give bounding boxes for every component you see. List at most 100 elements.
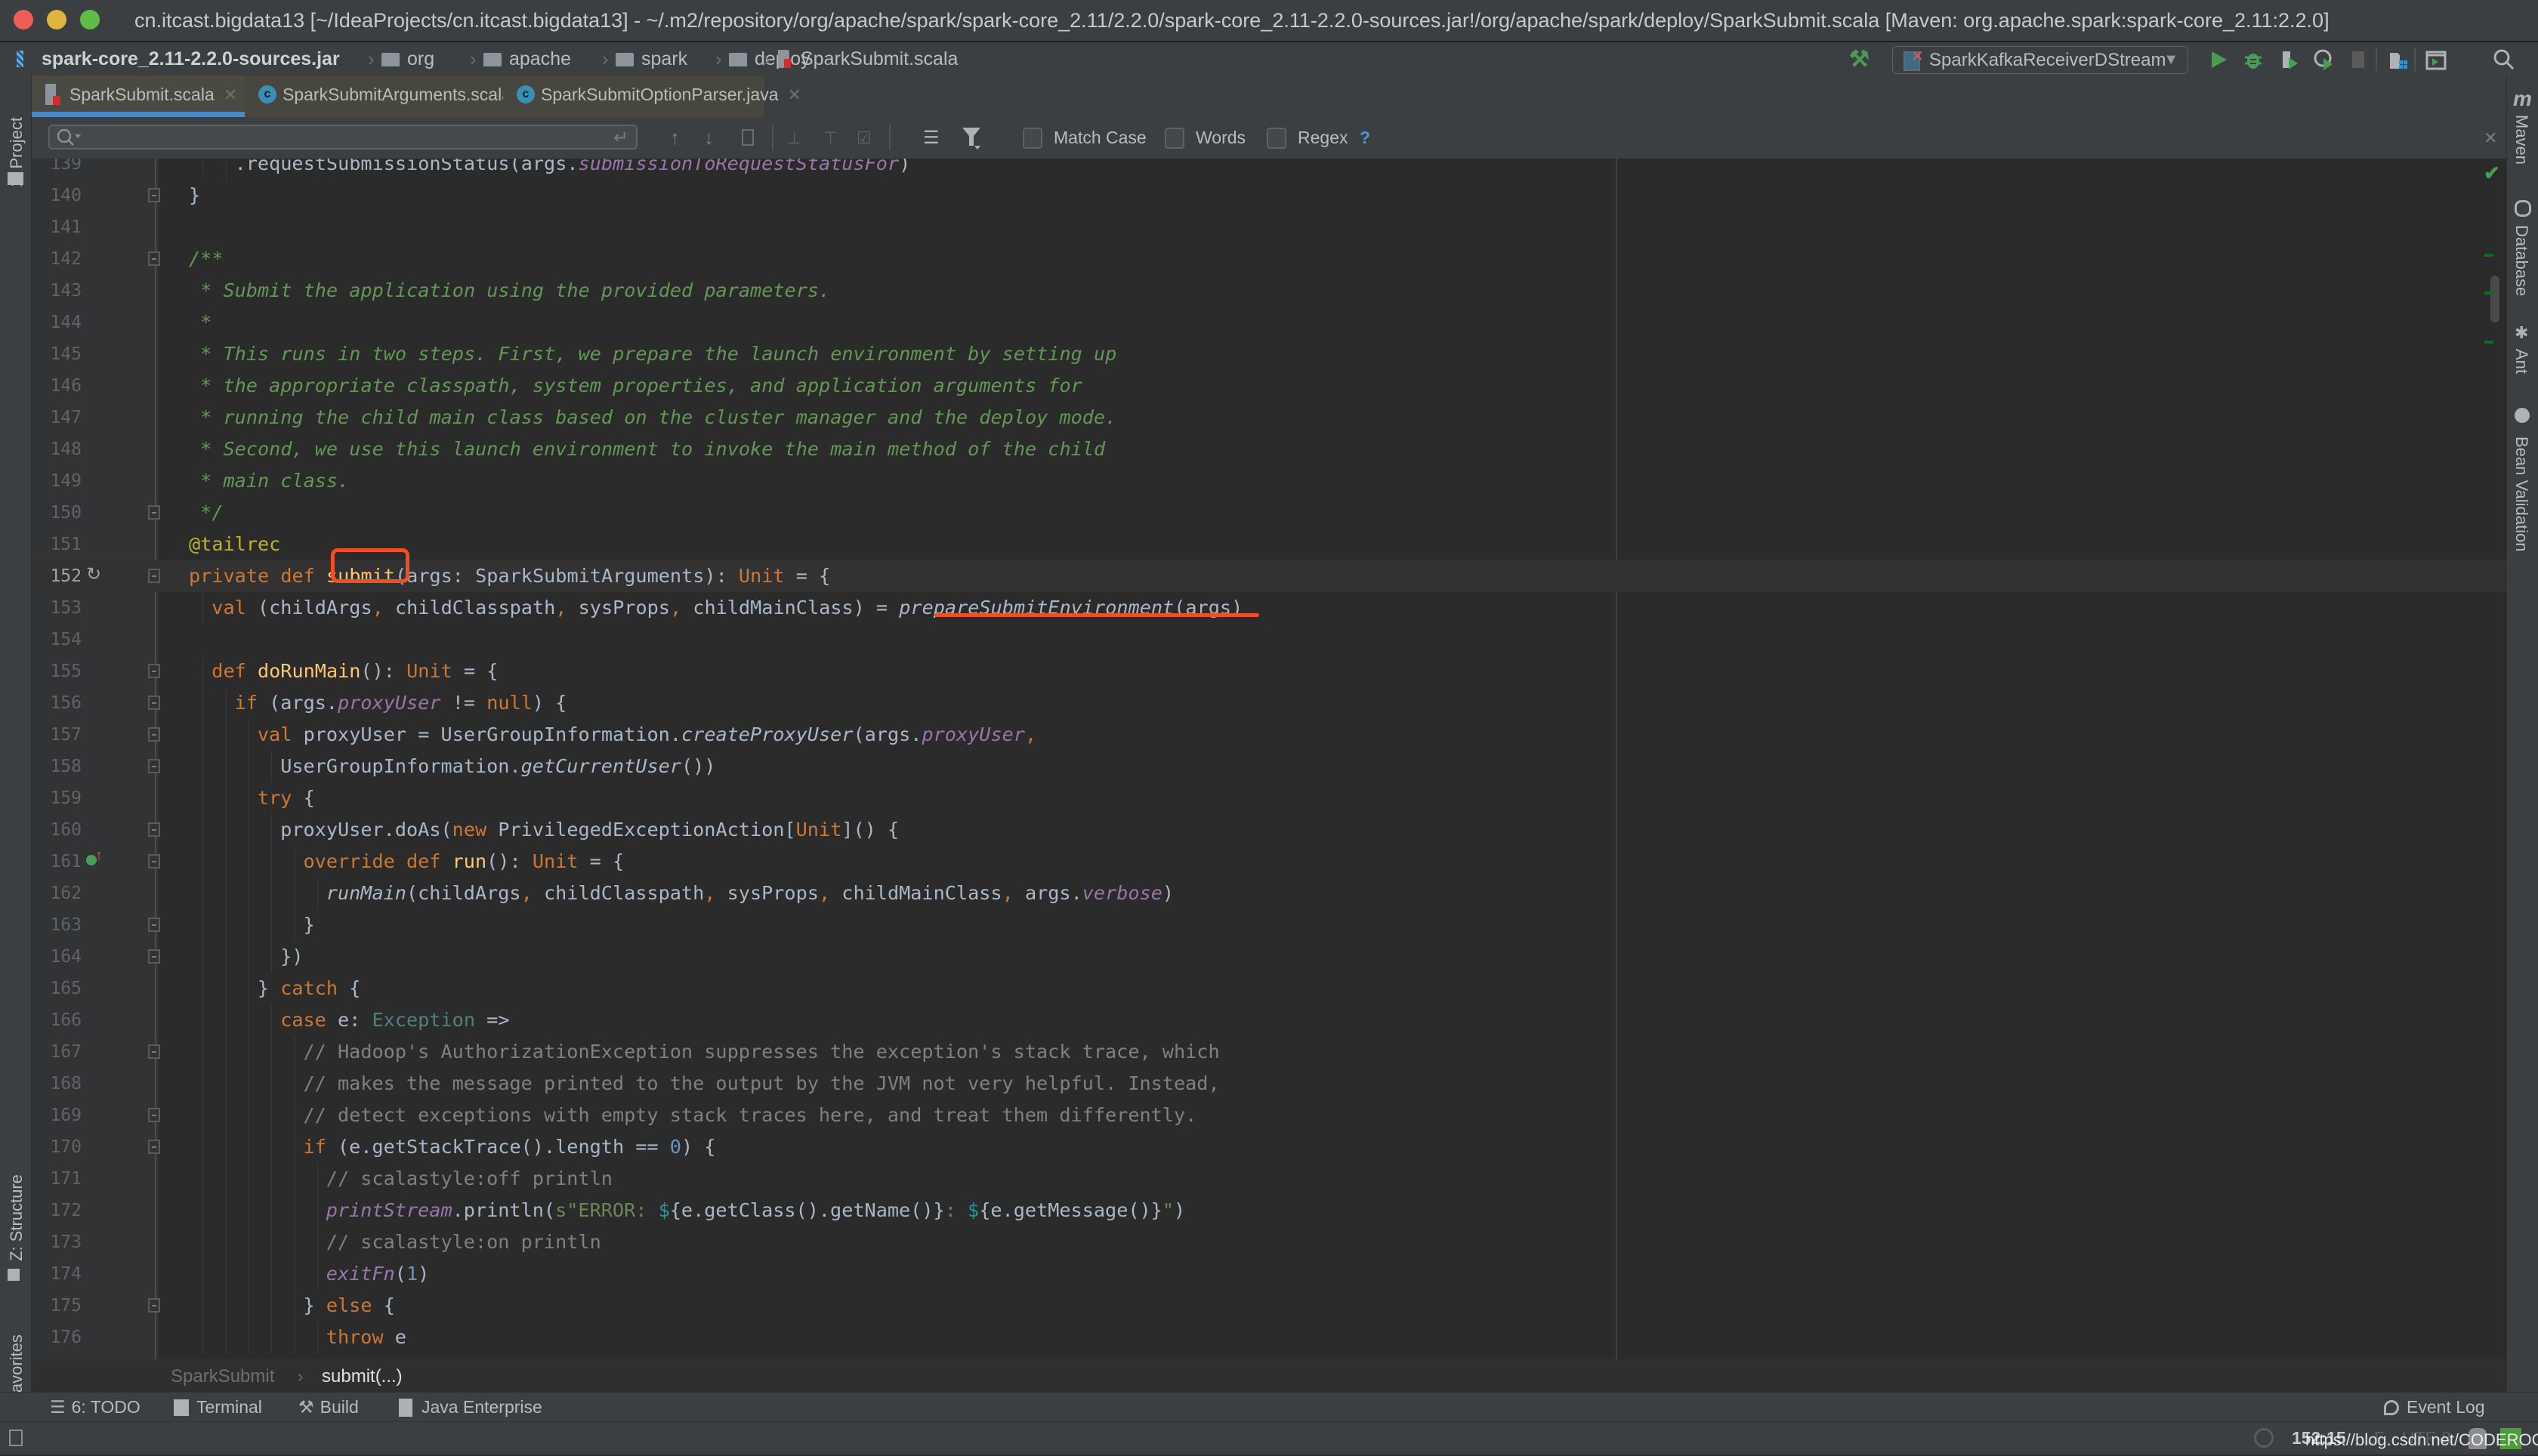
match-case-label[interactable]: Match Case xyxy=(1054,117,1147,159)
java-enterprise-tool-button[interactable]: Java Enterprise xyxy=(399,1393,542,1421)
stop-icon[interactable] xyxy=(2348,48,2370,71)
code-line[interactable]: 166 case e: Exception => xyxy=(32,1004,2506,1036)
search-everywhere-icon[interactable] xyxy=(2493,48,2515,71)
close-tab-icon[interactable]: ✕ xyxy=(224,85,237,104)
line-number[interactable]: 164 xyxy=(32,941,82,973)
breadcrumb-method[interactable]: submit(...) xyxy=(322,1360,403,1393)
line-number[interactable]: 154 xyxy=(32,624,82,656)
regex-help-icon[interactable]: ? xyxy=(1360,117,1370,159)
line-number[interactable]: 173 xyxy=(32,1226,82,1258)
tab-sparksubmitoptionparser-java[interactable]: c SparkSubmitOptionParser.java ✕ xyxy=(503,76,801,117)
code-line[interactable]: 153 val (childArgs, childClasspath, sysPr… xyxy=(32,592,2506,624)
code-line[interactable]: 175} else { xyxy=(32,1290,2506,1322)
line-number[interactable]: 143 xyxy=(32,275,82,307)
code-line[interactable]: 141 xyxy=(32,211,2506,243)
line-number[interactable]: 146 xyxy=(32,370,82,402)
line-number[interactable]: 142 xyxy=(32,243,82,275)
regex-label[interactable]: Regex xyxy=(1298,117,1348,159)
minimize-window-button[interactable] xyxy=(47,10,66,29)
code-line[interactable]: 168 // makes the message printed to the o… xyxy=(32,1068,2506,1100)
code-line[interactable]: 144 * xyxy=(32,307,2506,338)
remove-occurrence-icon[interactable]: ⊤ xyxy=(823,117,838,159)
next-occurrence-icon[interactable]: ↓ xyxy=(704,117,714,159)
fold-toggle-icon[interactable] xyxy=(148,251,160,266)
code-line[interactable]: 171 // scalastyle:off println xyxy=(32,1163,2506,1195)
code-line[interactable]: 162 runMain(childArgs, childClasspath, sy… xyxy=(32,878,2506,909)
line-number[interactable]: 156 xyxy=(32,687,82,719)
code-line[interactable]: 161 ↑ override def run(): Unit = { xyxy=(32,846,2506,878)
crumb-org[interactable]: org xyxy=(381,42,434,76)
line-number[interactable]: 157 xyxy=(32,719,82,751)
close-window-button[interactable] xyxy=(14,10,33,29)
code-line[interactable]: 150 */ xyxy=(32,497,2506,529)
tab-sparksubmit-scala[interactable]: SparkSubmit.scala ✕ xyxy=(32,76,245,117)
toggle-tool-windows-icon[interactable] xyxy=(9,1430,23,1446)
run-configuration-select[interactable]: ✕ SparkKafkaReceiverDStream ▼ xyxy=(1892,46,2188,74)
run-with-coverage-icon[interactable] xyxy=(2278,48,2301,71)
breadcrumb-class[interactable]: SparkSubmit xyxy=(171,1360,274,1393)
fold-toggle-icon[interactable] xyxy=(148,1108,160,1122)
crumb-spark[interactable]: spark xyxy=(616,42,687,76)
filter-lines-icon[interactable]: ☰ xyxy=(923,117,940,159)
code-line[interactable]: 174 exitFn(1) xyxy=(32,1258,2506,1290)
code-line[interactable]: 139 .requestSubmissionStatus(args.submiss… xyxy=(32,159,2506,180)
select-all-occurrences-icon[interactable] xyxy=(742,129,754,146)
line-number[interactable]: 170 xyxy=(32,1131,82,1163)
line-number[interactable]: 158 xyxy=(32,751,82,782)
crumb-jar[interactable]: spark-core_2.11-2.2.0-sources.jar xyxy=(42,42,340,76)
code-line[interactable]: 170 if (e.getStackTrace().length == 0) { xyxy=(32,1131,2506,1163)
regex-checkbox[interactable] xyxy=(1267,128,1286,149)
line-number[interactable]: 149 xyxy=(32,465,82,497)
debug-icon[interactable] xyxy=(2242,48,2265,71)
line-number[interactable]: 174 xyxy=(32,1258,82,1290)
vertical-scrollbar-thumb[interactable] xyxy=(2490,276,2499,322)
code-line[interactable]: 157 val proxyUser = UserGroupInformation.… xyxy=(32,719,2506,751)
code-line[interactable]: 145 * This runs in two steps. First, we … xyxy=(32,338,2506,370)
search-input[interactable] xyxy=(48,125,638,150)
code-line[interactable]: 146 * the appropriate classpath, system … xyxy=(32,370,2506,402)
line-number[interactable]: 148 xyxy=(32,433,82,465)
fold-toggle-icon[interactable] xyxy=(148,727,160,742)
line-number[interactable]: 175 xyxy=(32,1290,82,1322)
code-line[interactable]: 173 // scalastyle:on println xyxy=(32,1226,2506,1258)
close-tab-icon[interactable]: ✕ xyxy=(788,85,801,104)
line-number[interactable]: 147 xyxy=(32,402,82,433)
code-line[interactable]: 158 UserGroupInformation.getCurrentUser()… xyxy=(32,751,2506,782)
code-line[interactable]: 167 // Hadoop's AuthorizationException su… xyxy=(32,1036,2506,1068)
code-line[interactable]: 154 xyxy=(32,624,2506,656)
code-line[interactable]: 156 if (args.proxyUser != null) { xyxy=(32,687,2506,719)
line-number[interactable]: 151 xyxy=(32,529,82,560)
build-tool-button[interactable]: ⚒ Build xyxy=(298,1393,359,1421)
code-line[interactable]: 148 * Second, we use this launch environ… xyxy=(32,433,2506,465)
line-number[interactable]: 167 xyxy=(32,1036,82,1068)
event-log-button[interactable]: Event Log xyxy=(2384,1393,2485,1421)
project-structure-icon[interactable] xyxy=(2387,48,2410,71)
fold-toggle-icon[interactable] xyxy=(148,949,160,964)
ant-tool-button[interactable]: Ant xyxy=(2512,349,2531,374)
line-number[interactable]: 161 xyxy=(32,846,82,878)
fold-toggle-icon[interactable] xyxy=(148,696,160,710)
code-line[interactable]: 140} xyxy=(32,180,2506,211)
recursive-call-icon[interactable]: ↻ xyxy=(86,563,101,585)
fold-toggle-icon[interactable] xyxy=(148,505,160,520)
code-line[interactable]: 176 throw e xyxy=(32,1322,2506,1353)
database-tool-button[interactable]: Database xyxy=(2512,225,2531,296)
run-anything-icon[interactable] xyxy=(2425,48,2447,71)
code-line[interactable]: 142 /** xyxy=(32,243,2506,275)
code-line[interactable]: 149 * main class. xyxy=(32,465,2506,497)
terminal-tool-button[interactable]: Terminal xyxy=(174,1393,262,1421)
todo-tool-button[interactable]: ☰ 6: TODO xyxy=(50,1393,140,1421)
line-number[interactable]: 155 xyxy=(32,656,82,687)
line-number[interactable]: 171 xyxy=(32,1163,82,1195)
code-line[interactable]: 163} xyxy=(32,909,2506,941)
fold-toggle-icon[interactable] xyxy=(148,1298,160,1313)
fold-toggle-icon[interactable] xyxy=(148,664,160,678)
code-line[interactable]: 143 * Submit the application using the p… xyxy=(32,275,2506,307)
bean-validation-tool-button[interactable]: Bean Validation xyxy=(2512,436,2531,552)
fold-toggle-icon[interactable] xyxy=(148,569,160,583)
line-number[interactable]: 153 xyxy=(32,592,82,624)
fold-toggle-icon[interactable] xyxy=(148,854,160,868)
build-hammer-icon[interactable]: ⚒ xyxy=(1849,48,1872,71)
override-arrow-icon[interactable]: ↑ xyxy=(95,847,103,865)
line-number[interactable]: 168 xyxy=(32,1068,82,1100)
